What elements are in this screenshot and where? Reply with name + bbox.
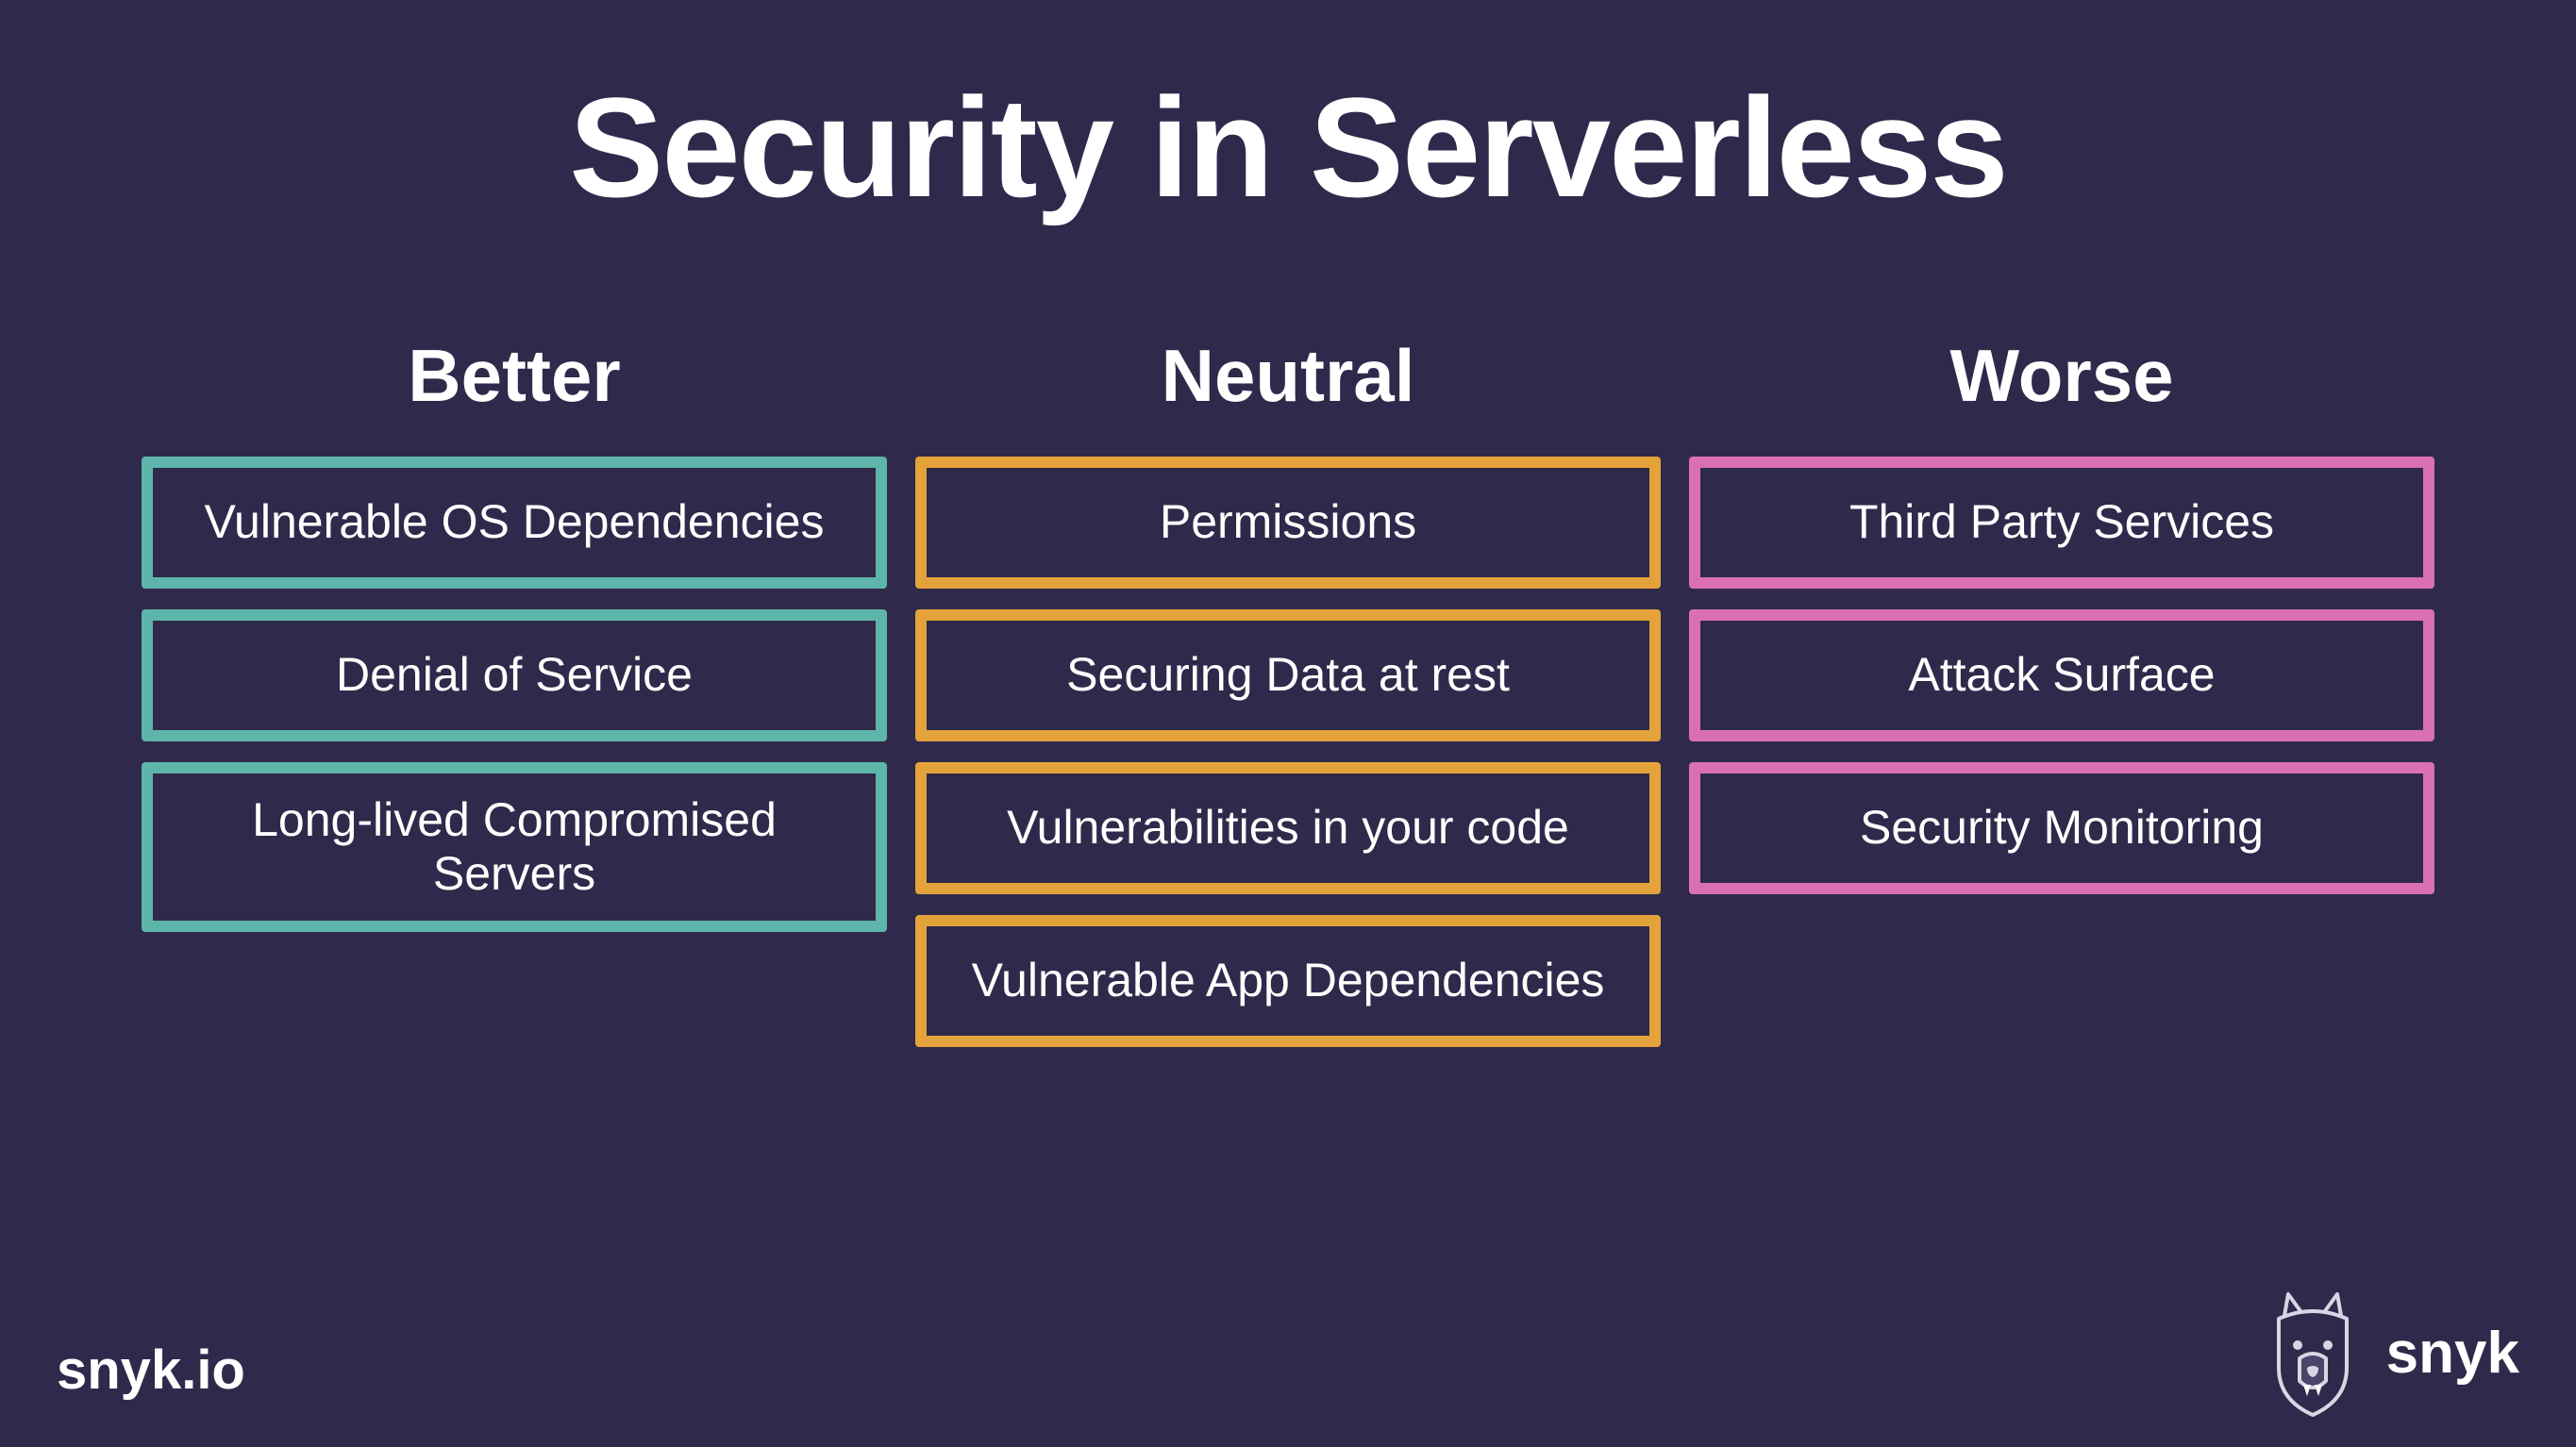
- item-box: Vulnerable App Dependencies: [915, 915, 1661, 1047]
- dog-logo-icon: [2256, 1287, 2369, 1419]
- item-box: Third Party Services: [1689, 457, 2434, 589]
- item-label: Permissions: [1160, 495, 1416, 550]
- column-neutral: Neutral Permissions Securing Data at res…: [915, 333, 1661, 1409]
- columns-row: Better Vulnerable OS Dependencies Denial…: [113, 333, 2463, 1409]
- item-label: Attack Surface: [1908, 648, 2215, 703]
- item-box: Vulnerabilities in your code: [915, 762, 1661, 894]
- slide-title: Security in Serverless: [113, 66, 2463, 229]
- item-box: Securing Data at rest: [915, 609, 1661, 741]
- item-label: Long-lived Compromised Servers: [191, 793, 838, 902]
- item-label: Vulnerable OS Dependencies: [205, 495, 825, 550]
- item-box: Attack Surface: [1689, 609, 2434, 741]
- item-label: Vulnerabilities in your code: [1007, 801, 1569, 856]
- column-better: Better Vulnerable OS Dependencies Denial…: [142, 333, 887, 1409]
- column-heading-better: Better: [142, 333, 887, 419]
- slide: Security in Serverless Better Vulnerable…: [0, 0, 2576, 1447]
- item-label: Vulnerable App Dependencies: [972, 954, 1605, 1008]
- item-label: Denial of Service: [336, 648, 693, 703]
- item-box: Denial of Service: [142, 609, 887, 741]
- item-label: Third Party Services: [1849, 495, 2274, 550]
- column-heading-neutral: Neutral: [915, 333, 1661, 419]
- footer-site: snyk.io: [57, 1339, 245, 1402]
- item-box: Security Monitoring: [1689, 762, 2434, 894]
- column-worse: Worse Third Party Services Attack Surfac…: [1689, 333, 2434, 1409]
- column-heading-worse: Worse: [1689, 333, 2434, 419]
- footer-brand: snyk: [2386, 1320, 2519, 1387]
- item-box: Long-lived Compromised Servers: [142, 762, 887, 932]
- item-box: Permissions: [915, 457, 1661, 589]
- item-label: Security Monitoring: [1860, 801, 2264, 856]
- footer-brand-area: snyk: [2256, 1287, 2519, 1419]
- item-box: Vulnerable OS Dependencies: [142, 457, 887, 589]
- item-label: Securing Data at rest: [1066, 648, 1510, 703]
